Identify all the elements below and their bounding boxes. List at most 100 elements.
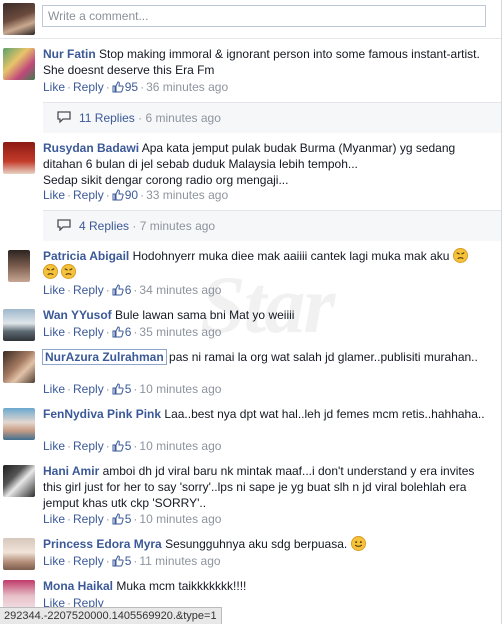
avatar[interactable] (3, 48, 35, 80)
reply-link[interactable]: Reply (73, 188, 104, 202)
reply-link[interactable]: Reply (73, 80, 104, 94)
comment-item: Nur Fatin Stop making immoral & ignorant… (0, 46, 502, 102)
comment-text: Muka mcm taikkkkkkk!!!! (116, 579, 247, 593)
comment-actions: Like · Reply · 5 · 11 minutes ago (43, 554, 221, 568)
avatar[interactable] (3, 351, 35, 383)
like-link[interactable]: Like (43, 382, 65, 396)
like-count[interactable]: 5 (112, 382, 131, 396)
reply-link[interactable]: Reply (73, 439, 104, 453)
comment-author[interactable]: Mona Haikal (43, 579, 113, 593)
like-count[interactable]: 95 (112, 80, 138, 94)
comment-actions: Like · Reply · 90 · 33 minutes ago (43, 188, 229, 202)
smile-icon (350, 536, 366, 551)
comment-author[interactable]: Rusydan Badawi (43, 141, 139, 155)
comment-item: Rusydan Badawi Apa kata jemput pulak bud… (0, 140, 502, 210)
replies-count[interactable]: 11 Replies (79, 111, 135, 125)
thumbs-up-icon (112, 81, 124, 93)
comment-author[interactable]: Wan YYusof (43, 308, 112, 322)
thumbs-up-icon (112, 189, 124, 201)
avatar[interactable] (8, 250, 30, 282)
reply-link[interactable]: Reply (73, 554, 104, 568)
reply-link[interactable]: Reply (73, 325, 104, 339)
thumbs-up-icon (112, 326, 124, 338)
angry-face-icon (43, 264, 58, 279)
comment-composer (0, 0, 502, 38)
like-link[interactable]: Like (43, 512, 65, 526)
browser-status-bar: 292344.-2207520000.1405569920.&type=1 (0, 607, 222, 624)
comment-text: pas ni ramai la org wat salah jd glamer.… (169, 350, 478, 364)
comment-text: amboi dh jd viral baru nk mintak maaf...… (43, 464, 475, 510)
comment-timestamp[interactable]: 35 minutes ago (139, 325, 221, 339)
thumbs-up-icon (112, 555, 124, 567)
comment-actions: Like · Reply · 5 · 10 minutes ago (43, 512, 222, 526)
comment-item: FenNydiva Pink Pink Laa..best nya dpt wa… (0, 406, 502, 456)
comment-text: Stop making immoral & ignorant person in… (43, 47, 480, 77)
comment-item: Wan YYusof Bule lawan sama bni Mat yo we… (0, 307, 502, 343)
like-link[interactable]: Like (43, 325, 65, 339)
reply-link[interactable]: Reply (73, 283, 104, 297)
thumbs-up-icon (112, 383, 124, 395)
comment-text: Bule lawan sama bni Mat yo weiiii (115, 308, 295, 322)
like-link[interactable]: Like (43, 283, 65, 297)
like-link[interactable]: Like (43, 188, 65, 202)
replies-bar[interactable]: 11 Replies · 6 minutes ago (43, 102, 502, 133)
like-link[interactable]: Like (43, 80, 65, 94)
comment-timestamp[interactable]: 36 minutes ago (146, 80, 228, 94)
like-count[interactable]: 5 (112, 512, 131, 526)
comment-item: NurAzura Zulrahman pas ni ramai la org w… (0, 349, 502, 397)
comment-timestamp[interactable]: 34 minutes ago (139, 283, 221, 297)
replies-bar[interactable]: 4 Replies · 7 minutes ago (43, 210, 502, 241)
replies-timestamp: 6 minutes ago (145, 111, 221, 125)
thumbs-up-icon (112, 284, 124, 296)
like-count[interactable]: 90 (112, 188, 138, 202)
reply-link[interactable]: Reply (73, 512, 104, 526)
comment-input[interactable] (42, 5, 486, 27)
comment-actions: Like · Reply · 95 · 36 minutes ago (43, 80, 229, 94)
comment-actions: Like · Reply · 5 · 10 minutes ago (43, 382, 222, 396)
replies-timestamp: 7 minutes ago (139, 219, 216, 233)
comment-author[interactable]: Nur Fatin (43, 47, 96, 61)
angry-face-icon (452, 248, 468, 263)
avatar[interactable] (3, 142, 35, 174)
comment-timestamp[interactable]: 11 minutes ago (139, 554, 220, 568)
thumbs-up-icon (112, 513, 124, 525)
reply-arrow-icon (57, 219, 71, 231)
comment-item: Patricia Abigail Hodohnyerr muka diee ma… (0, 248, 502, 304)
comment-author[interactable]: Hani Amir (43, 464, 99, 478)
comment-timestamp[interactable]: 10 minutes ago (139, 512, 221, 526)
comment-timestamp[interactable]: 33 minutes ago (146, 188, 228, 202)
comment-text-continued: Sedap sikit dengar corong radio org meng… (43, 173, 289, 187)
comment-text: Sesungguhnya aku sdg berpuasa. (165, 537, 348, 551)
comment-author[interactable]: Princess Edora Myra (43, 537, 162, 551)
comment-timestamp[interactable]: 10 minutes ago (139, 382, 221, 396)
like-link[interactable]: Like (43, 554, 65, 568)
comment-author[interactable]: FenNydiva Pink Pink (43, 407, 161, 421)
comment-timestamp[interactable]: 10 minutes ago (139, 439, 221, 453)
comment-item: Hani Amir amboi dh jd viral baru nk mint… (0, 463, 502, 529)
comment-text: Laa..best nya dpt wat hal..leh jd femes … (164, 407, 485, 421)
replies-count[interactable]: 4 Replies (79, 219, 129, 233)
angry-face-icon (61, 264, 77, 279)
reply-arrow-icon (57, 111, 71, 123)
comment-actions: Like · Reply · 6 · 35 minutes ago (43, 325, 222, 339)
comment-item: Princess Edora Myra Sesungguhnya aku sdg… (0, 536, 502, 572)
avatar[interactable] (3, 465, 35, 497)
thumbs-up-icon (112, 440, 124, 452)
current-user-avatar (3, 3, 35, 35)
comment-actions: Like · Reply · 6 · 34 minutes ago (43, 283, 222, 297)
comment-item: Mona Haikal Muka mcm taikkkkkkk!!!! Like… (0, 578, 502, 612)
like-link[interactable]: Like (43, 439, 65, 453)
comment-text: Hodohnyerr muka diee mak aaiiii cantek l… (132, 249, 450, 263)
comment-author[interactable]: NurAzura Zulrahman (42, 349, 167, 365)
comment-author[interactable]: Patricia Abigail (43, 249, 129, 263)
comment-actions: Like · Reply · 5 · 10 minutes ago (43, 439, 222, 453)
like-count[interactable]: 5 (112, 554, 131, 568)
like-count[interactable]: 6 (112, 283, 131, 297)
reply-link[interactable]: Reply (73, 382, 104, 396)
divider (0, 38, 502, 39)
like-count[interactable]: 6 (112, 325, 131, 339)
avatar[interactable] (3, 408, 35, 440)
avatar[interactable] (3, 538, 35, 570)
like-count[interactable]: 5 (112, 439, 131, 453)
avatar[interactable] (3, 309, 35, 341)
